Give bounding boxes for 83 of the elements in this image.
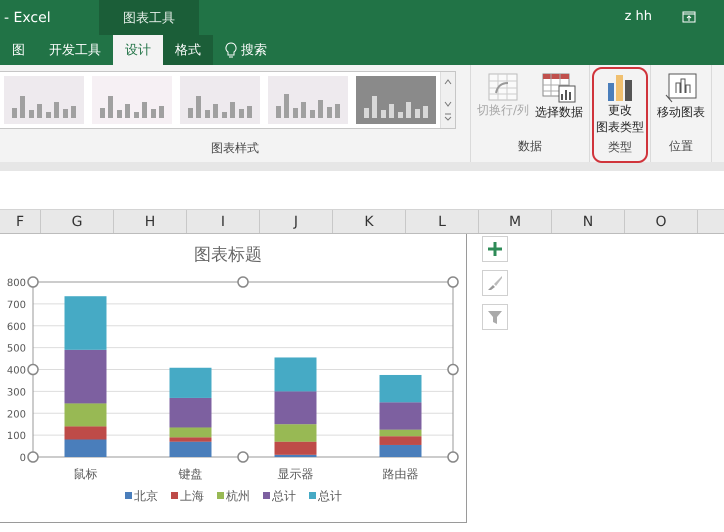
user-name: z hh — [624, 8, 652, 26]
legend-label: 总计 — [318, 489, 342, 503]
column-header[interactable]: H — [114, 210, 187, 233]
axis-tick-label: 200 — [6, 409, 26, 420]
axis-tick-label: 500 — [6, 344, 26, 355]
resize-handle[interactable] — [237, 451, 249, 463]
category-label: 键盘 — [178, 467, 202, 481]
axis-tick-label: 600 — [6, 322, 26, 333]
group-label: 类型 — [607, 139, 634, 156]
chart-area[interactable]: 图表标题 0 100 200 300 400 500 600 700 800 鼠标 键盘 显示器 路由器 北京 上海 杭州 总计 总计 — [0, 234, 467, 523]
column-header[interactable]: I — [187, 210, 260, 233]
axis-tick-label: 100 — [6, 431, 26, 442]
resize-handle[interactable] — [447, 276, 459, 288]
filter-icon — [487, 309, 503, 325]
bar-segment — [274, 357, 316, 392]
chart-style-thumbnail[interactable] — [4, 76, 84, 124]
search-button[interactable]: 搜索 — [213, 35, 267, 65]
column-header[interactable]: J — [260, 210, 333, 233]
legend-swatch — [309, 492, 316, 499]
resize-handle[interactable] — [27, 364, 39, 376]
app-title: - Excel — [3, 9, 52, 28]
column-header[interactable]: O — [625, 210, 698, 233]
context-tab-label: 图表工具 — [99, 0, 199, 35]
column-header[interactable]: K — [333, 210, 406, 233]
ribbon-button[interactable]: 更改 图表类型 — [594, 69, 646, 139]
ribbon-button[interactable]: 选择数据 — [533, 69, 586, 138]
group-label: 位置 — [668, 138, 694, 155]
axis-tick-label: 800 — [6, 278, 26, 289]
chart-style-thumbnail[interactable] — [356, 76, 436, 124]
category-label: 鼠标 — [74, 467, 98, 481]
resize-handle[interactable] — [237, 276, 249, 288]
ribbon-tab[interactable]: 开发工具 — [37, 35, 113, 65]
column-header[interactable]: L — [406, 210, 479, 233]
chart-title: 图表标题 — [194, 245, 262, 265]
category-label: 路由器 — [382, 467, 418, 481]
group-label: 数据 — [517, 138, 544, 155]
legend-label: 北京 — [134, 489, 158, 503]
bar-segment — [380, 374, 422, 402]
legend-label: 杭州 — [226, 489, 250, 503]
bar-segment — [380, 436, 422, 445]
category-label: 显示器 — [278, 467, 314, 481]
resize-handle[interactable] — [27, 451, 39, 463]
legend-swatch — [171, 492, 178, 499]
chart-style-thumbnail[interactable] — [92, 76, 172, 124]
ribbon-tab[interactable]: 图 — [0, 35, 37, 65]
bar-segment — [64, 440, 106, 457]
ribbon-button[interactable]: 移动图表 — [655, 69, 708, 138]
chart-tool-button[interactable] — [482, 270, 508, 296]
brush-icon — [487, 275, 503, 291]
resize-handle[interactable] — [27, 276, 39, 288]
legend-swatch — [125, 492, 132, 499]
bar-segment — [64, 296, 106, 350]
table-arrow-icon — [488, 73, 518, 101]
legend-label: 上海 — [180, 489, 204, 503]
axis-tick-label: 0 — [20, 453, 26, 464]
axis-tick-label: 400 — [6, 366, 26, 376]
legend-swatch — [217, 492, 224, 499]
column-header[interactable]: G — [41, 210, 114, 233]
chart-style-thumbnail[interactable] — [268, 76, 348, 124]
chart-tool-button[interactable] — [482, 236, 508, 262]
gallery-scroll-icon[interactable] — [444, 78, 452, 122]
bar-chart-icon — [607, 73, 634, 101]
resize-handle[interactable] — [447, 364, 459, 376]
axis-tick-label: 300 — [6, 387, 26, 398]
axis-tick-label: 700 — [6, 300, 26, 311]
chart-style-thumbnail[interactable] — [180, 76, 260, 124]
restore-window-icon[interactable] — [682, 11, 696, 23]
bar-segment — [380, 444, 422, 457]
ribbon-tab[interactable]: 设计 — [113, 35, 163, 65]
bar-segment — [170, 368, 212, 398]
column-header[interactable]: M — [479, 210, 552, 233]
legend-swatch — [263, 492, 270, 499]
move-chart-icon — [665, 73, 698, 103]
chart-tool-button[interactable] — [482, 304, 508, 330]
legend-label: 总计 — [272, 489, 296, 503]
table-chart-icon — [542, 73, 576, 103]
group-label: 图表样式 — [210, 140, 260, 157]
plus-icon — [487, 241, 503, 257]
column-header[interactable]: N — [552, 210, 625, 233]
ribbon-tab[interactable]: 格式 — [163, 35, 213, 65]
lightbulb-icon — [225, 42, 237, 58]
resize-handle[interactable] — [447, 451, 459, 463]
column-header[interactable]: F — [0, 210, 41, 233]
